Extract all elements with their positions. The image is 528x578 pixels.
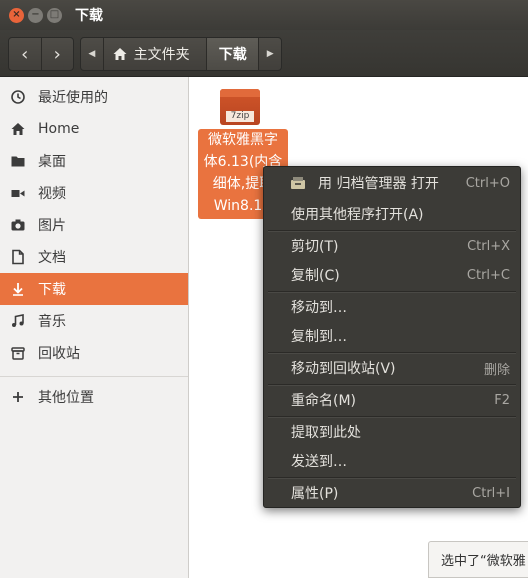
sidebar-separator [0, 376, 188, 377]
menu-item-cut[interactable]: 剪切(T) Ctrl+X [264, 232, 520, 260]
path-scroll-left-button[interactable]: ◀ [81, 38, 104, 70]
menu-item-label: 移动到… [291, 300, 347, 316]
menu-item-label: 复制(C) [291, 268, 340, 284]
menu-item-shortcut: Ctrl+C [466, 267, 510, 283]
home-icon [10, 121, 26, 137]
menu-item-open-with-other[interactable]: 使用其他程序打开(A) [264, 200, 520, 228]
trash-icon [10, 345, 26, 361]
menu-item-shortcut: Ctrl+X [467, 238, 510, 254]
plus-icon [10, 389, 26, 405]
title-bar: × − □ 下载 [0, 0, 528, 30]
menu-item-label: 复制到… [291, 329, 347, 345]
sidebar-item-pictures[interactable]: 图片 [0, 209, 188, 241]
folder-icon [10, 153, 26, 169]
video-icon [10, 185, 26, 201]
menu-item-shortcut: Ctrl+O [465, 175, 510, 191]
sidebar-item-recent[interactable]: 最近使用的 [0, 81, 188, 113]
download-icon [10, 281, 26, 297]
sidebar-item-videos[interactable]: 视频 [0, 177, 188, 209]
menu-item-label: 使用其他程序打开(A) [291, 207, 424, 223]
menu-item-extract-here[interactable]: 提取到此处 [264, 418, 520, 446]
menu-item-label: 重命名(M) [291, 393, 357, 409]
menu-item-rename[interactable]: 重命名(M) F2 [264, 386, 520, 414]
menu-item-label: 属性(P) [291, 486, 339, 502]
menu-item-label: 移动到回收站(V) [291, 361, 396, 377]
sidebar-item-label: 桌面 [38, 154, 66, 170]
menu-item-label: 发送到… [291, 454, 347, 470]
path-scroll-right-button[interactable]: ▶ [258, 38, 281, 70]
sidebar-item-documents[interactable]: 文档 [0, 241, 188, 273]
sidebar-item-downloads[interactable]: 下载 [0, 273, 188, 305]
sidebar-item-label: Home [38, 121, 80, 137]
sidebar-item-label: 图片 [38, 218, 66, 234]
breadcrumb-current[interactable]: 下载 [206, 38, 259, 70]
archive-file-icon[interactable]: 7zip [218, 89, 262, 129]
sidebar-item-label: 音乐 [38, 314, 66, 330]
menu-item-send-to[interactable]: 发送到… [264, 447, 520, 475]
sidebar: 最近使用的 Home 桌面 视频 图片 文档 下载 音乐 回收站 其他位置 [0, 77, 189, 578]
sidebar-item-label: 其他位置 [38, 390, 94, 406]
back-button[interactable]: ‹ [9, 38, 41, 70]
sidebar-item-desktop[interactable]: 桌面 [0, 145, 188, 177]
sidebar-item-label: 回收站 [38, 346, 80, 362]
file-name-line: 微软雅黑字 [208, 132, 278, 148]
document-icon [10, 249, 26, 265]
status-bar: 选中了“微软雅 [428, 541, 528, 578]
sidebar-item-trash[interactable]: 回收站 [0, 337, 188, 369]
sidebar-item-music[interactable]: 音乐 [0, 305, 188, 337]
camera-icon [10, 217, 26, 233]
window-title: 下载 [75, 8, 103, 24]
window-close-button[interactable]: × [9, 7, 24, 23]
menu-item-shortcut: F2 [494, 392, 510, 408]
menu-item-move-to[interactable]: 移动到… [264, 293, 520, 321]
breadcrumb-home-label: 主文件夹 [133, 47, 190, 63]
breadcrumb-home[interactable]: 主文件夹 [104, 38, 207, 70]
menu-item-copy-to[interactable]: 复制到… [264, 322, 520, 350]
sidebar-item-label: 视频 [38, 186, 66, 202]
home-icon [112, 46, 128, 62]
sidebar-item-label: 文档 [38, 250, 66, 266]
context-menu: 用 归档管理器 打开 Ctrl+O 使用其他程序打开(A) 剪切(T) Ctrl… [263, 166, 521, 508]
menu-item-move-to-trash[interactable]: 移动到回收站(V) 删除 [264, 354, 520, 382]
forward-button[interactable]: › [40, 38, 74, 70]
clock-icon [10, 89, 26, 105]
menu-item-shortcut: Ctrl+I [472, 485, 510, 501]
toolbar: ‹ › ◀ 主文件夹 下载 ▶ [0, 30, 528, 77]
music-icon [10, 313, 26, 329]
sidebar-item-other-locations[interactable]: 其他位置 [0, 381, 188, 413]
window-minimize-button[interactable]: − [28, 7, 43, 23]
window-maximize-button[interactable]: □ [47, 7, 62, 23]
menu-item-label: 剪切(T) [291, 239, 339, 255]
sidebar-item-home[interactable]: Home [0, 113, 188, 145]
archive-type-label: 7zip [226, 111, 254, 122]
breadcrumb: ◀ 主文件夹 下载 ▶ [80, 37, 282, 71]
sidebar-item-label: 下载 [38, 282, 66, 298]
menu-item-open-with-archive-manager[interactable]: 用 归档管理器 打开 Ctrl+O [264, 169, 520, 197]
menu-item-copy[interactable]: 复制(C) Ctrl+C [264, 261, 520, 289]
sidebar-item-label: 最近使用的 [38, 90, 108, 106]
nav-button-group: ‹ › [8, 37, 74, 71]
menu-item-shortcut: 删除 [483, 362, 510, 378]
menu-item-label: 用 归档管理器 打开 [318, 176, 439, 192]
menu-item-label: 提取到此处 [291, 425, 361, 441]
menu-item-properties[interactable]: 属性(P) Ctrl+I [264, 479, 520, 507]
archive-manager-icon [290, 175, 306, 191]
archive-box-flap [220, 89, 260, 97]
